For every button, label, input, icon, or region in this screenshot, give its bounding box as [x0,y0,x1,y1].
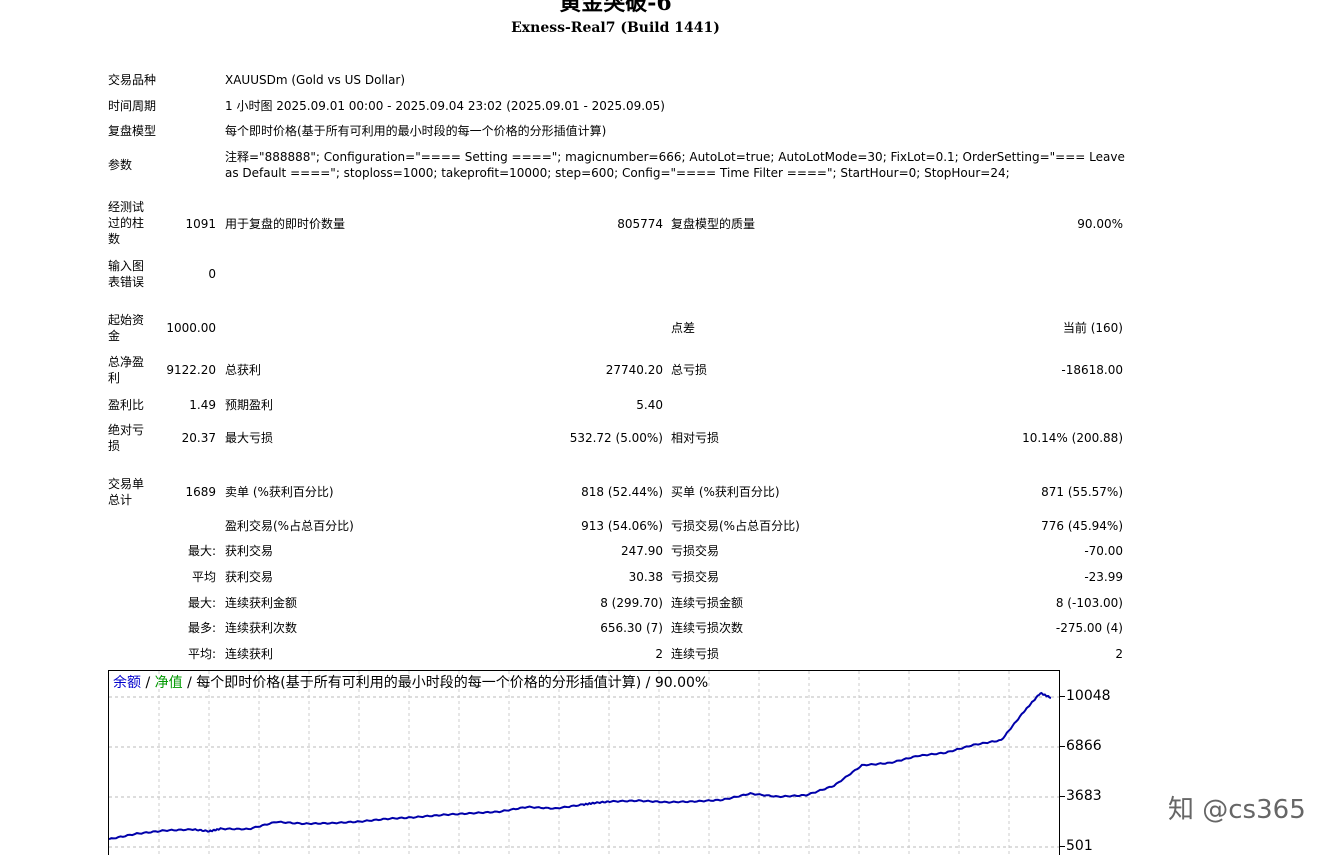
params-value: 注释="888888"; Configuration="==== Setting… [225,150,1125,180]
y-tick-label: 501 [1066,838,1093,854]
most-consecutive-wins-label: 连续获利次数 [225,621,298,635]
largest-loss-label: 亏损交易 [671,544,720,558]
spread-label: 点差 [671,321,696,335]
chart-grid [109,671,1059,855]
abs-drawdown-value: 20.37 [181,431,216,445]
legend-balance: 余额 [113,675,141,691]
ticks-label: 用于复盘的即时价数量 [225,217,346,231]
long-positions-label: 买单 (%获利百分比) [671,485,780,499]
most-consecutive-wins-value: 656.30 (7) [600,621,663,635]
period-value: 1 小时图 2025.09.01 00:00 - 2025.09.04 23:0… [225,99,665,113]
quality-label: 复盘模型的质量 [671,217,756,231]
largest-win-value: 247.90 [621,544,663,558]
short-positions-label: 卖单 (%获利百分比) [225,485,334,499]
average-win-value: 30.38 [628,570,663,584]
profit-trades-label: 盈利交易(%占总百分比) [225,519,354,533]
report-subtitle: Exness-Real7 (Build 1441) [511,20,720,36]
max-consecutive-losses-value: 8 (-103.00) [1055,596,1123,610]
abs-drawdown-label: 绝对亏损 [108,423,145,453]
y-tick-label: 10048 [1066,688,1111,704]
rel-drawdown-label: 相对亏损 [671,431,720,445]
loss-trades-label: 亏损交易(%占总百分比) [671,519,800,533]
profit-factor-label: 盈利比 [108,398,145,412]
balance-chart-plot [109,671,1059,855]
gross-loss-value: -18618.00 [1061,363,1123,377]
avg-consecutive-wins-label: 连续获利 [225,647,274,661]
balance-chart: 余额 / 净值 / 每个即时价格(基于所有可利用的最小时段的每一个价格的分形插值… [108,670,1060,855]
params-label: 参数 [108,158,133,172]
balance-line [109,691,1051,841]
bars-label: 经测试过的柱数 [108,200,145,246]
total-trades-label: 交易单总计 [108,477,145,507]
period-label: 时间周期 [108,99,157,113]
most-consecutive-losses-value: -275.00 (4) [1055,621,1123,635]
max-drawdown-label: 最大亏损 [225,431,274,445]
average-loss-label: 亏损交易 [671,570,720,584]
y-tick-label: 6866 [1066,738,1102,754]
max-consecutive-wins-value: 8 (299.70) [600,596,663,610]
largest-loss-value: -70.00 [1084,544,1123,558]
average-loss-value: -23.99 [1084,570,1123,584]
errors-label: 输入图表错误 [108,259,145,289]
legend-model: 每个即时价格(基于所有可利用的最小时段的每一个价格的分形插值计算) [196,675,642,691]
avg-consecutive-losses-label: 连续亏损 [671,647,720,661]
gross-profit-value: 27740.20 [605,363,663,377]
symbol-label: 交易品种 [108,73,157,87]
expected-payoff-label: 预期盈利 [225,398,274,412]
legend-quality: 90.00% [654,675,709,691]
deposit-label: 起始资金 [108,313,145,343]
largest-prefix: 最大: [187,544,216,558]
average-prefix: 平均 [191,570,216,584]
spread-value: 当前 (160) [1062,321,1123,335]
model-value: 每个即时价格(基于所有可利用的最小时段的每一个价格的分形插值计算) [225,124,607,138]
bars-value: 1091 [185,217,216,231]
max-drawdown-value: 532.72 (5.00%) [569,431,663,445]
most-consecutive-losses-label: 连续亏损次数 [671,621,744,635]
rel-drawdown-value: 10.14% (200.88) [1022,431,1123,445]
y-tick-mark [1060,746,1065,747]
average-win-label: 获利交易 [225,570,274,584]
symbol-value: XAUUSDm (Gold vs US Dollar) [225,73,406,87]
chart-series [109,691,1051,841]
y-tick-mark [1060,796,1065,797]
chart-legend: 余额 / 净值 / 每个即时价格(基于所有可利用的最小时段的每一个价格的分形插值… [113,674,708,692]
profit-factor-value: 1.49 [189,398,216,412]
legend-separator: / [141,675,155,691]
y-tick-mark [1060,846,1065,847]
total-trades-value: 1689 [185,485,216,499]
y-tick-mark [1060,696,1065,697]
avg-consecutive-prefix: 平均: [187,647,216,661]
max-consecutive-prefix: 最大: [187,596,216,610]
expected-payoff-value: 5.40 [636,398,663,412]
deposit-value: 1000.00 [166,321,216,335]
legend-separator: / [641,675,655,691]
profit-trades-value: 913 (54.06%) [581,519,663,533]
avg-consecutive-losses-value: 2 [1115,647,1123,661]
short-positions-value: 818 (52.44%) [581,485,663,499]
gross-loss-label: 总亏损 [671,363,708,377]
avg-consecutive-wins-value: 2 [655,647,663,661]
errors-value: 0 [208,267,216,281]
loss-trades-value: 776 (45.94%) [1041,519,1123,533]
long-positions-value: 871 (55.57%) [1041,485,1123,499]
max-consecutive-wins-label: 连续获利金额 [225,596,298,610]
y-tick-label: 3683 [1066,788,1102,804]
net-profit-label: 总净盈利 [108,355,145,385]
model-label: 复盘模型 [108,124,157,138]
largest-win-label: 获利交易 [225,544,274,558]
legend-separator: / [182,675,197,691]
net-profit-value: 9122.20 [166,363,216,377]
ticks-value: 805774 [617,217,663,231]
legend-equity: 净值 [154,675,183,691]
gross-profit-label: 总获利 [225,363,262,377]
watermark: 知 @cs365 [1168,795,1306,825]
max-consecutive-losses-label: 连续亏损金额 [671,596,744,610]
quality-value: 90.00% [1077,217,1123,231]
report-title: 黄金突破-6 [559,0,672,16]
most-consecutive-prefix: 最多: [187,621,216,635]
